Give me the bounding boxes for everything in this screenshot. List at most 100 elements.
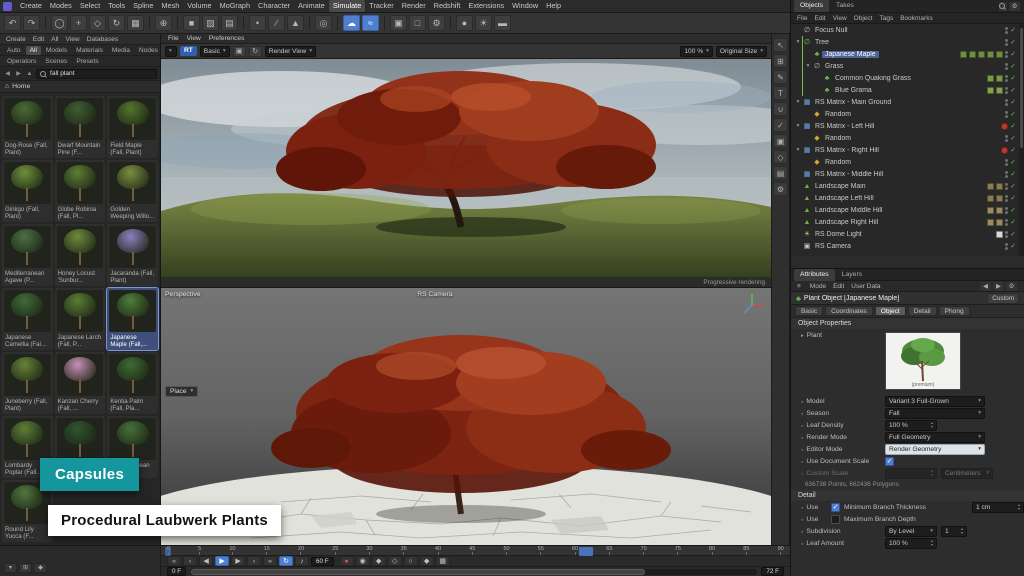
redo-icon[interactable]: ↷ <box>23 15 40 31</box>
visibility-dots[interactable] <box>1005 39 1008 46</box>
asset-plant-item[interactable]: Japanese Larch (Fall, P... <box>55 288 106 350</box>
model-mode-icon[interactable]: ■ <box>183 15 200 31</box>
visibility-dots[interactable] <box>1005 183 1008 190</box>
goto-end-button[interactable]: » <box>263 556 277 566</box>
param-number-minimum-branch-thickness[interactable]: 1 cm▴▾ <box>972 502 1024 513</box>
visibility-dots[interactable] <box>1005 135 1008 142</box>
visibility-dots[interactable] <box>1005 207 1008 214</box>
visibility-dot[interactable] <box>1005 171 1008 174</box>
material-chip[interactable] <box>996 195 1003 202</box>
measure-icon[interactable]: ◇ <box>773 150 788 164</box>
layers-icon[interactable]: ▤ <box>773 166 788 180</box>
expander-icon[interactable]: ▾ <box>794 39 802 45</box>
render-region-icon[interactable]: □ <box>409 15 426 31</box>
visibility-dots[interactable] <box>1005 171 1008 178</box>
asset-plant-item[interactable]: Globe Robinia (Fall, Pl... <box>55 160 106 222</box>
om-menu-object[interactable]: Object <box>851 15 876 22</box>
asset-menu-create[interactable]: Create <box>3 36 29 43</box>
autokey-button[interactable]: ◉ <box>356 556 370 566</box>
texture-mode-icon[interactable]: ▨ <box>202 15 219 31</box>
text-tool-icon[interactable]: T <box>773 86 788 100</box>
object-item[interactable]: ◆Random✓ <box>791 108 1024 120</box>
enabled-check[interactable]: ✓ <box>1010 62 1016 70</box>
ruler-tick[interactable]: 55 <box>538 546 544 555</box>
enabled-check[interactable]: ✓ <box>1010 86 1016 94</box>
spin-down-icon[interactable]: ▾ <box>931 543 933 547</box>
asset-plant-item[interactable]: Dog-Rose (Fall, Plant) <box>2 96 53 158</box>
material-chip[interactable] <box>996 51 1003 58</box>
visibility-dot[interactable] <box>1005 243 1008 246</box>
expander-icon[interactable]: ▾ <box>804 63 812 69</box>
goto-start-button[interactable]: « <box>167 556 181 566</box>
spinner-icon[interactable]: ▴▾ <box>1018 503 1020 511</box>
ruler-tick[interactable]: 40 <box>435 546 441 555</box>
attr-menu-mode[interactable]: Mode <box>807 283 829 290</box>
range-slider[interactable] <box>190 569 757 575</box>
gear-icon[interactable]: ⚙ <box>1006 282 1017 291</box>
enabled-check[interactable]: ✓ <box>1010 206 1016 214</box>
render-off-dot[interactable] <box>1001 147 1008 154</box>
param-checkbox-minimum-branch-thickness[interactable]: ✓ <box>831 503 840 512</box>
visibility-dot[interactable] <box>1005 75 1008 78</box>
material-chip[interactable] <box>987 207 994 214</box>
render-off-dot[interactable] <box>1001 123 1008 130</box>
expander-icon[interactable]: ▸ <box>801 333 804 339</box>
param-dropdown-render-mode[interactable]: Full Geometry▾ <box>885 432 985 443</box>
enabled-check[interactable]: ✓ <box>1010 218 1016 226</box>
asset-plant-item[interactable]: Kanzan Cherry (Fall, ... <box>55 352 106 414</box>
material-chip[interactable] <box>987 75 994 82</box>
spinner-icon[interactable]: ▴▾ <box>961 527 963 535</box>
material-icon[interactable]: ● <box>456 15 473 31</box>
visibility-dot[interactable] <box>1005 55 1008 58</box>
section-tab-phong[interactable]: Phong <box>939 306 970 316</box>
up-icon[interactable]: ▲ <box>25 71 34 77</box>
gear-icon[interactable]: ⚙ <box>1009 2 1020 11</box>
menu-tools[interactable]: Tools <box>104 0 129 12</box>
menu-volume[interactable]: Volume <box>183 0 215 12</box>
ruler-tick[interactable]: 25 <box>332 546 338 555</box>
section-tab-basic[interactable]: Basic <box>795 306 823 316</box>
visibility-dot[interactable] <box>1005 247 1008 250</box>
back-icon[interactable]: ◀ <box>3 70 12 77</box>
visibility-dot[interactable] <box>1005 115 1008 118</box>
visibility-dot[interactable] <box>1005 51 1008 54</box>
tab-layers[interactable]: Layers <box>836 269 868 281</box>
object-item[interactable]: ☀RS Dome Light✓ <box>791 228 1024 240</box>
visibility-dot[interactable] <box>1005 163 1008 166</box>
param-dropdown-editor-mode[interactable]: Render Geometry▾ <box>885 444 985 455</box>
param-checkbox-maximum-branch-depth[interactable] <box>831 515 840 524</box>
polygons-mode-icon[interactable]: ▲ <box>287 15 304 31</box>
asset-tab-scenes[interactable]: Scenes <box>41 57 71 66</box>
current-frame-marker[interactable] <box>579 547 593 556</box>
object-item[interactable]: ▾▦RS Matrix - Left Hill✓ <box>791 120 1024 132</box>
object-item[interactable]: ▲Landscape Right Hill✓ <box>791 216 1024 228</box>
asset-tab-media[interactable]: Media <box>108 46 134 55</box>
visibility-dot[interactable] <box>1005 63 1008 66</box>
material-chip[interactable] <box>996 231 1003 238</box>
key-scale-button[interactable]: ◇ <box>388 556 402 566</box>
spin-down-icon[interactable]: ▾ <box>1018 507 1020 511</box>
param-dropdown-model[interactable]: Variant 3 Full-Grown▾ <box>885 396 985 407</box>
visibility-dot[interactable] <box>1005 199 1008 202</box>
asset-plant-item[interactable]: Juneberry (Fall, Plant) <box>2 352 53 414</box>
undo-icon[interactable]: ↶ <box>4 15 21 31</box>
enabled-check[interactable]: ✓ <box>1010 98 1016 106</box>
material-chip[interactable] <box>987 51 994 58</box>
param-dropdown-subdivision[interactable]: By Level▾ <box>885 526 937 537</box>
rotate-tool-icon[interactable]: ↻ <box>108 15 125 31</box>
viewport-label[interactable]: Perspective <box>165 291 201 298</box>
enabled-check[interactable]: ✓ <box>1010 194 1016 202</box>
asset-plant-item[interactable]: Japanese Maple (Fall,... <box>107 288 158 350</box>
ruler-tick[interactable]: 70 <box>641 546 647 555</box>
param-dropdown-season[interactable]: Fall▾ <box>885 408 985 419</box>
visibility-dots[interactable] <box>1005 27 1008 34</box>
rt-toggle-button[interactable]: RT <box>180 46 197 56</box>
asset-plant-item[interactable]: Jacaranda (Fall, Plant) <box>107 224 158 286</box>
viewport-menu-preferences[interactable]: Preferences <box>206 34 248 43</box>
visibility-dot[interactable] <box>1005 31 1008 34</box>
enabled-check[interactable]: ✓ <box>1010 110 1016 118</box>
visibility-dot[interactable] <box>1005 103 1008 106</box>
asset-tab-operators[interactable]: Operators <box>3 57 40 66</box>
ruler-tick[interactable]: 45 <box>469 546 475 555</box>
current-frame-field[interactable]: 60 F <box>311 557 334 566</box>
